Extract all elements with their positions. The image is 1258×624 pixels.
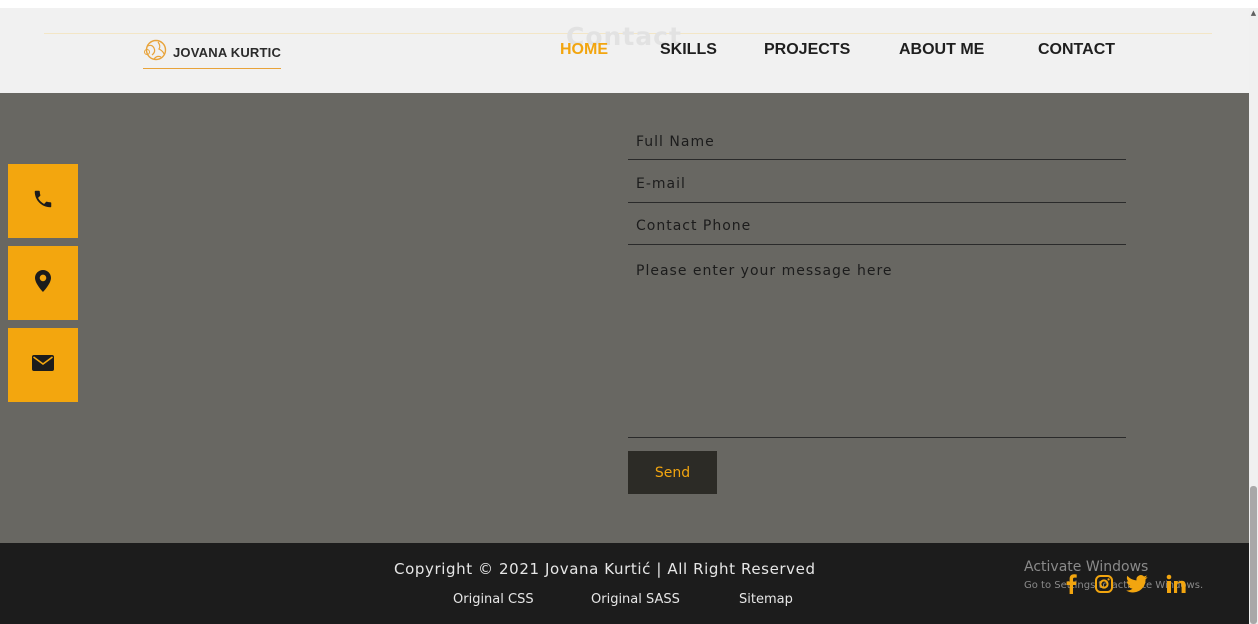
full-name-input[interactable] bbox=[628, 134, 1126, 150]
phone-button[interactable] bbox=[8, 164, 78, 238]
site-footer: Copyright © 2021 Jovana Kurtić | All Rig… bbox=[0, 543, 1249, 624]
contact-section bbox=[0, 93, 1249, 543]
envelope-icon bbox=[32, 355, 54, 375]
main-nav: HOME SKILLS PROJECTS ABOUT ME CONTACT bbox=[0, 41, 1258, 63]
copyright-text: Copyright © 2021 Jovana Kurtić | All Rig… bbox=[394, 560, 816, 578]
contact-phone-field bbox=[628, 215, 1126, 245]
original-css-link[interactable]: Original CSS bbox=[453, 592, 534, 607]
email-field bbox=[628, 173, 1126, 203]
site-header: Contact JOVANA KURTIC HOME SKILLS PROJEC… bbox=[0, 8, 1258, 93]
linkedin-icon[interactable] bbox=[1165, 573, 1187, 595]
contact-phone-input[interactable] bbox=[628, 218, 1126, 234]
top-strip bbox=[0, 0, 1258, 8]
twitter-icon[interactable] bbox=[1126, 573, 1148, 595]
phone-icon bbox=[32, 188, 54, 214]
message-textarea[interactable] bbox=[628, 253, 1126, 437]
scrollbar-thumb[interactable] bbox=[1250, 486, 1257, 624]
message-field bbox=[628, 253, 1126, 438]
nav-about-me[interactable]: ABOUT ME bbox=[899, 41, 984, 59]
send-button[interactable]: Send bbox=[628, 451, 717, 494]
sitemap-link[interactable]: Sitemap bbox=[739, 592, 793, 607]
nav-projects[interactable]: PROJECTS bbox=[764, 41, 850, 59]
email-input[interactable] bbox=[628, 176, 1126, 192]
scroll-up-arrow-icon[interactable]: ▲ bbox=[1250, 8, 1257, 18]
page-scrollbar[interactable]: ▲ bbox=[1249, 8, 1258, 624]
full-name-field bbox=[628, 131, 1126, 160]
nav-skills[interactable]: SKILLS bbox=[660, 41, 717, 59]
nav-contact[interactable]: CONTACT bbox=[1038, 41, 1115, 59]
original-sass-link[interactable]: Original SASS bbox=[591, 592, 680, 607]
email-button[interactable] bbox=[8, 328, 78, 402]
instagram-icon[interactable] bbox=[1093, 573, 1115, 595]
location-button[interactable] bbox=[8, 246, 78, 320]
location-pin-icon bbox=[34, 269, 52, 297]
nav-home[interactable]: HOME bbox=[560, 41, 608, 59]
facebook-icon[interactable] bbox=[1060, 573, 1082, 595]
